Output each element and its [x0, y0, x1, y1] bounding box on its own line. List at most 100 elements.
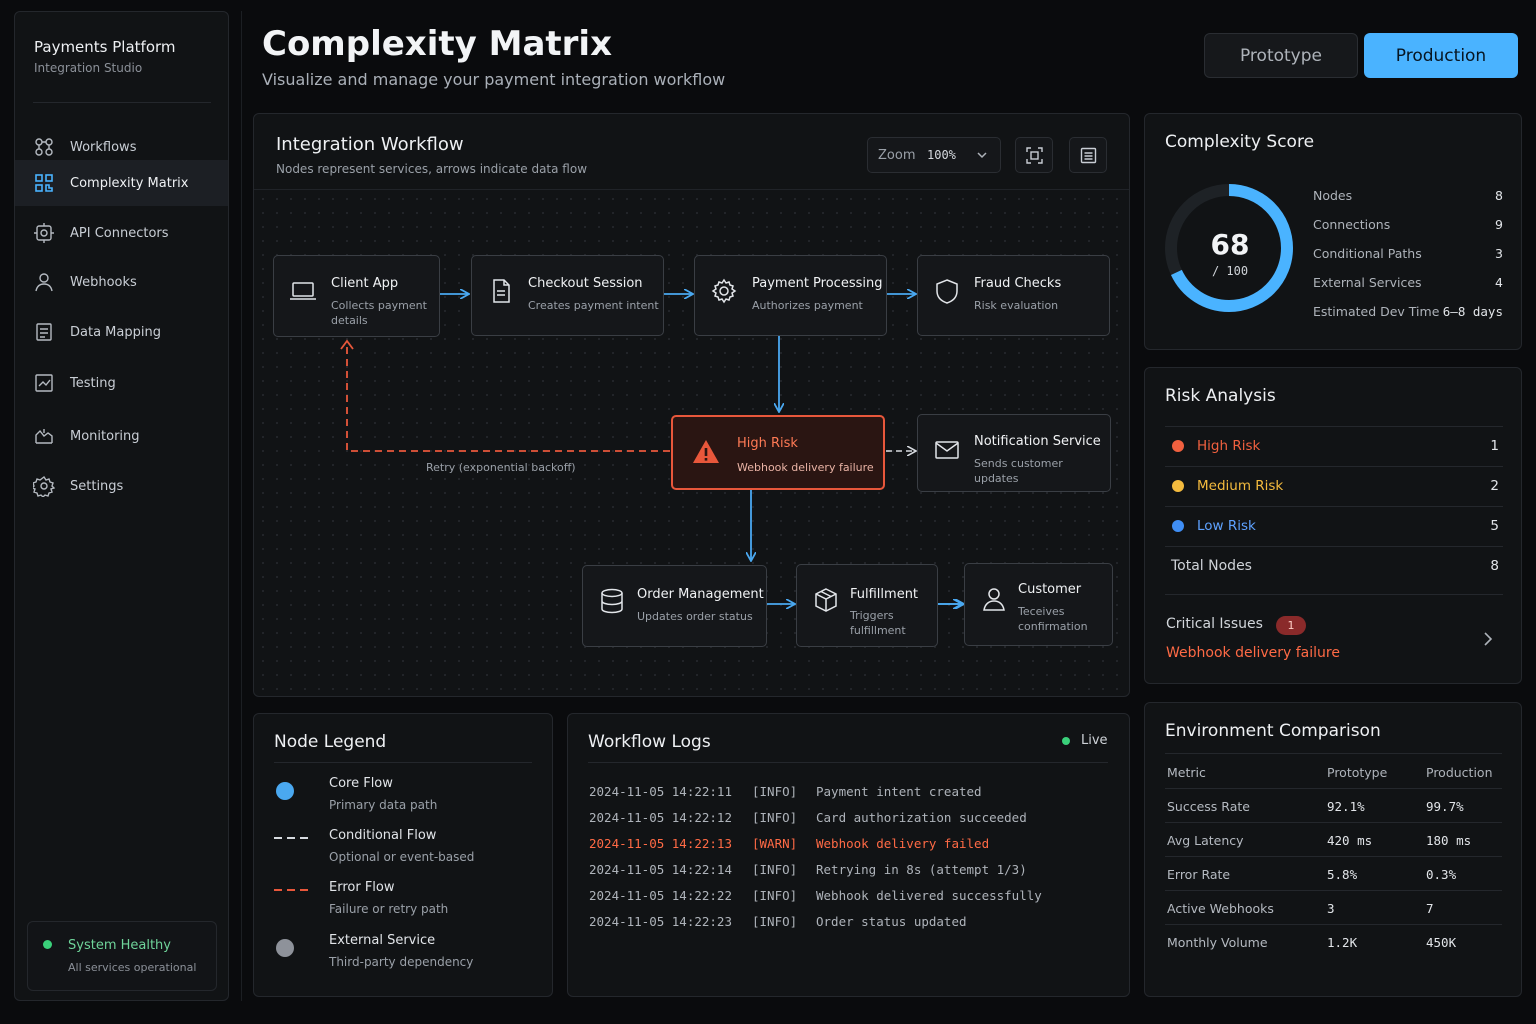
sidebar-item-label: Testing — [70, 375, 116, 391]
node-order-management[interactable]: Order Management Updates order status — [582, 565, 767, 647]
node-desc: Triggers fulfillment — [850, 609, 906, 637]
sidebar-item-monitoring[interactable]: Monitoring — [15, 413, 228, 459]
user-icon — [983, 588, 1005, 611]
table-row: Active Webhooks 3 7 — [1165, 891, 1502, 925]
legend-item-external-service: External Service Third-party dependency — [274, 933, 534, 977]
section-title: Risk Analysis — [1165, 386, 1276, 406]
node-desc: Creates payment intent — [528, 299, 659, 312]
node-desc: Webhook delivery failure — [737, 461, 874, 474]
live-indicator: Live — [1081, 733, 1108, 748]
prototype-button[interactable]: Prototype — [1204, 33, 1358, 78]
sidebar-item-data-mapping[interactable]: Data Mapping — [15, 309, 228, 355]
integration-workflow-panel: Integration Workflow Nodes represent ser… — [253, 113, 1130, 697]
critical-count-badge: 1 — [1276, 616, 1306, 635]
risk-row-medium: Medium Risk 2 — [1165, 467, 1503, 507]
chevron-right-icon — [1484, 632, 1493, 646]
node-title: Checkout Session — [528, 276, 643, 291]
sidebar-item-settings[interactable]: Settings — [15, 463, 228, 509]
production-button[interactable]: Production — [1364, 33, 1518, 78]
legend-item-error-flow: Error Flow Failure or retry path — [274, 880, 534, 924]
node-checkout-session[interactable]: Checkout Session Creates payment intent — [471, 255, 664, 336]
testing-icon — [35, 374, 53, 392]
node-fraud-checks[interactable]: Fraud Checks Risk evaluation — [917, 255, 1110, 336]
database-icon — [601, 588, 623, 614]
list-icon — [1080, 147, 1097, 164]
node-fulfillment[interactable]: Fulfillment Triggers fulfillment — [796, 564, 938, 647]
critical-desc: Webhook delivery failure — [1166, 645, 1340, 661]
layout-button[interactable] — [1069, 137, 1107, 173]
sidebar: Payments Platform Integration Studio Wor… — [14, 11, 229, 1001]
sidebar-item-webhooks[interactable]: Webhooks — [15, 259, 228, 305]
retry-label: Retry (exponential backoff) — [426, 461, 576, 474]
node-desc: Risk evaluation — [974, 299, 1059, 312]
status-dot — [43, 940, 52, 949]
document-icon — [493, 279, 510, 303]
node-payment-processing[interactable]: Payment Processing Authorizes payment — [694, 255, 887, 336]
score-max: / 100 — [1211, 264, 1249, 278]
node-title: Order Management — [637, 587, 764, 602]
mail-icon — [935, 441, 959, 459]
divider — [241, 11, 242, 1001]
node-title: High Risk — [737, 436, 798, 451]
zoom-select[interactable]: Zoom 100% — [867, 137, 1001, 173]
section-title: Workflow Logs — [588, 732, 711, 752]
workflow-logs-panel: Workflow Logs Live 2024-11-05 14:22:11 [I… — [567, 713, 1130, 997]
node-title: Notification Service — [974, 434, 1101, 449]
zoom-value: 100% — [927, 148, 956, 162]
risk-row-total: Total Nodes 8 — [1165, 547, 1503, 595]
divider — [588, 762, 1108, 763]
sidebar-item-testing[interactable]: Testing — [15, 360, 228, 406]
package-icon — [815, 588, 837, 612]
node-title: Payment Processing — [752, 276, 883, 291]
fit-screen-button[interactable] — [1015, 137, 1053, 173]
environment-comparison-panel: Environment Comparison Metric Prototype Pr… — [1144, 702, 1522, 997]
divider — [1165, 753, 1502, 754]
workflow-icon — [35, 138, 53, 156]
gear-icon — [711, 278, 737, 304]
node-title: Customer — [1018, 582, 1082, 597]
monitoring-icon — [35, 429, 53, 444]
critical-issues-item[interactable]: Critical Issues 1 Webhook delivery failu… — [1165, 606, 1503, 666]
sidebar-item-complexity-matrix[interactable]: Complexity Matrix — [15, 160, 228, 206]
table-header: Metric Prototype Production — [1165, 755, 1502, 789]
error-flow-swatch — [274, 889, 312, 891]
health-title: System Healthy — [68, 938, 171, 953]
grid-icon — [35, 174, 53, 192]
page-subtitle: Visualize and manage your payment integr… — [262, 70, 726, 89]
sidebar-item-label: API Connectors — [70, 225, 169, 241]
shield-icon — [936, 279, 958, 304]
risk-row-low: Low Risk 5 — [1165, 507, 1503, 547]
system-health-card: System Healthy All services operational — [27, 921, 217, 991]
node-customer[interactable]: Customer Teceives confirmation — [964, 563, 1113, 646]
zoom-label: Zoom — [878, 148, 916, 163]
medium-risk-dot — [1172, 480, 1184, 492]
table-row: Success Rate 92.1% 99.7% — [1165, 789, 1502, 823]
brand-title: Payments Platform — [34, 38, 176, 56]
external-service-swatch — [276, 939, 294, 957]
node-notification-service[interactable]: Notification Service Sends customer upda… — [917, 414, 1111, 492]
risk-row-high: High Risk 1 — [1165, 427, 1503, 467]
table-row: Avg Latency 420 ms 180 ms — [1165, 823, 1502, 857]
chevron-down-icon — [977, 152, 987, 159]
node-legend-panel: Node Legend Core Flow Primary data path … — [253, 713, 553, 997]
gear-icon — [33, 475, 55, 497]
section-title: Complexity Score — [1165, 132, 1315, 152]
section-title: Environment Comparison — [1165, 721, 1381, 741]
sidebar-item-label: Webhooks — [70, 274, 137, 290]
node-high-risk[interactable]: High Risk Webhook delivery failure — [671, 415, 885, 490]
section-title: Integration Workflow — [276, 134, 464, 155]
sidebar-item-label: Data Mapping — [70, 324, 161, 340]
node-client-app[interactable]: Client App Collects payment details — [273, 255, 440, 337]
complexity-score-panel: Complexity Score 68 / 100 Nodes 8 Connect… — [1144, 113, 1522, 350]
live-dot — [1062, 737, 1070, 745]
sidebar-item-api-connectors[interactable]: API Connectors — [15, 210, 228, 256]
laptop-icon — [290, 282, 316, 300]
node-title: Fulfillment — [850, 587, 919, 602]
critical-label: Critical Issues — [1166, 616, 1263, 632]
section-subtitle: Nodes represent services, arrows indicat… — [276, 162, 588, 176]
node-desc: Updates order status — [637, 610, 753, 623]
section-title: Node Legend — [274, 732, 387, 752]
health-subtitle: All services operational — [68, 961, 197, 974]
webhook-icon — [35, 273, 53, 292]
high-risk-dot — [1172, 440, 1184, 452]
